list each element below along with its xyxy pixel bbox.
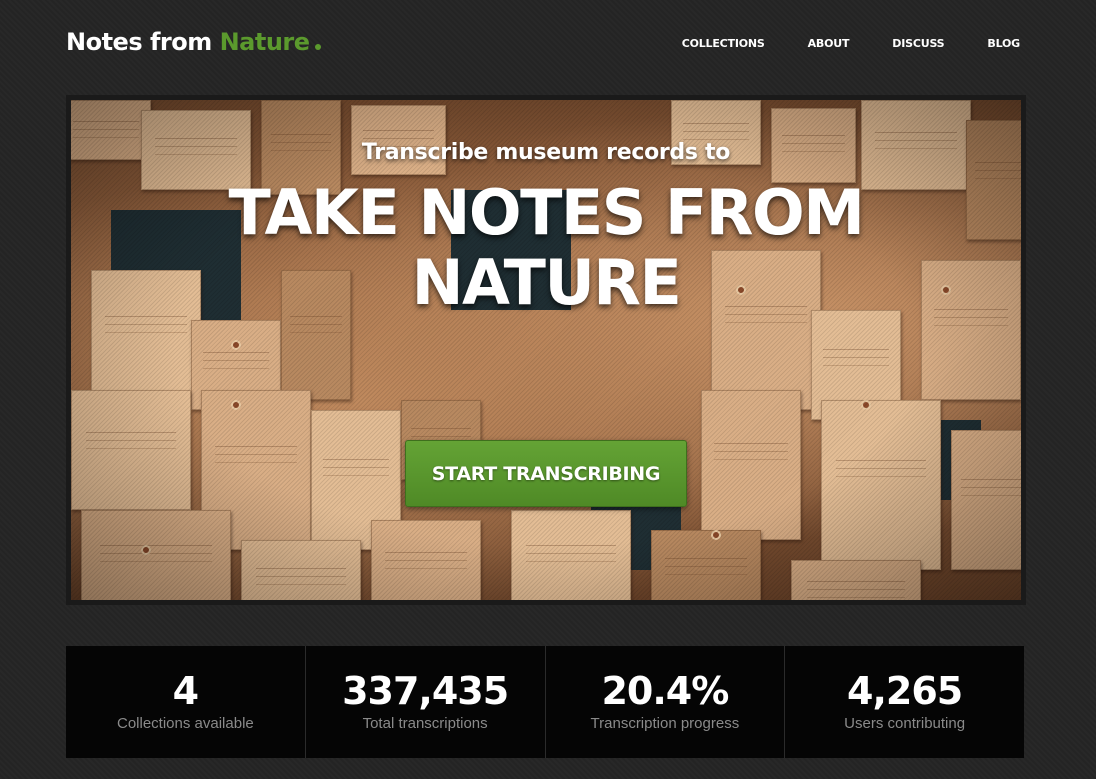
hero-frame: Transcribe museum records to TAKE NOTES … (66, 95, 1026, 605)
hero-vignette (71, 100, 1021, 600)
nav-about[interactable]: ABOUT (765, 37, 850, 50)
main-nav: COLLECTIONS ABOUT DISCUSS BLOG (682, 37, 1020, 50)
logo-dot-icon (314, 44, 321, 50)
site-header: Notes from Nature COLLECTIONS ABOUT DISC… (0, 0, 1096, 88)
nav-discuss[interactable]: DISCUSS (849, 37, 944, 50)
hero-subtitle: Transcribe museum records to (361, 140, 731, 165)
stat-transcriptions: 337,435 Total transcriptions (306, 646, 546, 758)
stat-label: Collections available (117, 715, 254, 732)
stat-value: 4,265 (847, 669, 963, 713)
logo-accent-text: Nature (219, 28, 310, 56)
stat-value: 4 (172, 669, 199, 713)
nav-collections[interactable]: COLLECTIONS (682, 37, 765, 50)
stat-label: Total transcriptions (362, 715, 488, 732)
stat-value: 20.4% (601, 669, 729, 713)
site-logo[interactable]: Notes from Nature (66, 28, 321, 56)
stat-label: Users contributing (844, 715, 966, 732)
stat-value: 337,435 (342, 669, 509, 713)
stat-progress: 20.4% Transcription progress (546, 646, 786, 758)
start-transcribing-button[interactable]: START TRANSCRIBING (405, 440, 687, 507)
stat-collections: 4 Collections available (66, 646, 306, 758)
stats-bar: 4 Collections available 337,435 Total tr… (66, 646, 1024, 758)
stat-label: Transcription progress (590, 715, 740, 732)
nav-blog[interactable]: BLOG (944, 37, 1020, 50)
hero-banner: Transcribe museum records to TAKE NOTES … (71, 100, 1021, 600)
stat-users: 4,265 Users contributing (785, 646, 1024, 758)
hero-title: TAKE NOTES FROM NATURE (228, 176, 865, 319)
logo-text: Notes from (66, 28, 220, 56)
